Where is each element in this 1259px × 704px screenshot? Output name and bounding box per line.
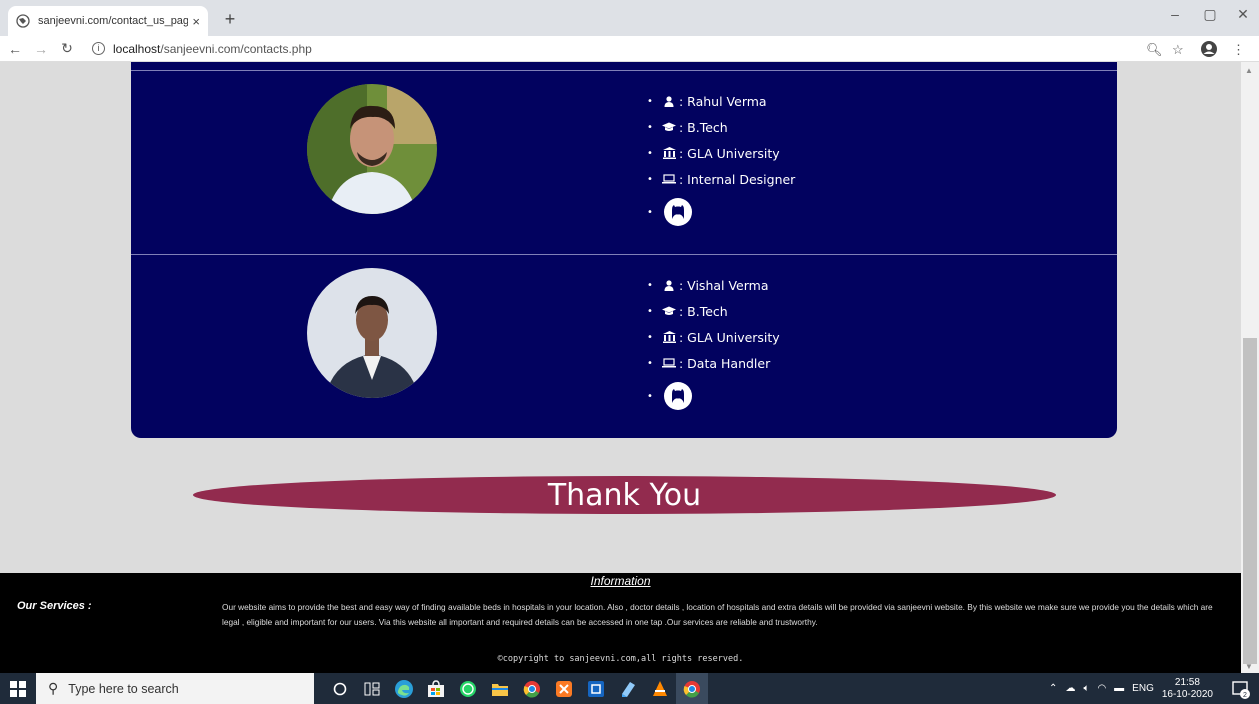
new-tab-button[interactable]: + [218,8,242,32]
minimize-icon[interactable]: – [1160,6,1190,22]
globe-icon [16,14,30,28]
clock[interactable]: 21:58 16-10-2020 [1162,677,1213,701]
list-item: • : GLA University [647,329,780,345]
member-university: : GLA University [679,329,780,345]
member-details: • : Vishal Verma • : B.Tech • : GLA Univ… [647,272,780,416]
laptop-icon [661,356,677,370]
university-icon [661,330,677,344]
clock-date: 16-10-2020 [1161,688,1213,700]
footer-information-title: Information [590,574,651,588]
taskbar-search-box[interactable]: ⚲ Type here to search [36,673,314,704]
scroll-up-icon[interactable]: ▲ [1245,66,1253,75]
list-item: • [647,192,795,232]
browser-tab[interactable]: sanjeevni.com/contact_us_page × [8,6,208,36]
university-icon [661,146,677,160]
user-icon [661,94,677,108]
graduation-cap-icon [661,120,677,134]
services-label: Our Services : [17,600,92,612]
list-item: • : Internal Designer [647,171,796,187]
url-host: localhost [113,41,161,56]
address-bar: ← → ↻ i localhost /sanjeevni.com/contact… [0,36,1259,62]
github-icon[interactable] [663,381,693,411]
scroll-down-icon[interactable]: ▼ [1245,662,1253,671]
cortana-icon[interactable] [324,673,356,704]
divider [131,254,1117,255]
wifi-icon[interactable]: ◠ [1097,683,1106,694]
forward-icon[interactable]: → [30,41,52,57]
page-viewport: • : Rahul Verma • : B.Tech • : GLA Unive… [0,62,1241,673]
team-panel: • : Rahul Verma • : B.Tech • : GLA Unive… [131,62,1117,438]
bookmark-star-icon[interactable]: ☆ [1172,42,1184,58]
search-icon: ⚲ [48,680,59,696]
user-icon [661,278,677,292]
system-tray: ⌃ ☁ 🔈︎ ◠ ▬ ENG 21:58 16-10-2020 [1049,673,1213,704]
clock-time: 21:58 [1174,676,1200,688]
taskbar: ⚲ Type here to search ⌃ ☁ 🔈︎ ◠ ▬ ENG 21:… [0,673,1259,704]
info-icon[interactable]: i [92,42,105,55]
copyright-text: ©copyright to sanjeevni.com,all rights r… [497,654,744,664]
list-item: • : Vishal Verma [647,277,769,293]
virtualbox-icon[interactable] [580,673,612,704]
keyboard-icon[interactable]: ▬ [1114,683,1124,694]
member-qualification: : B.Tech [679,303,728,319]
menu-kebab-icon[interactable]: ⋮ [1232,42,1245,58]
reload-icon[interactable]: ↻ [56,40,78,57]
url-path: /sanjeevni.com/contacts.php [160,41,312,56]
member-name: : Rahul Verma [679,93,767,109]
store-icon[interactable] [420,673,452,704]
member-university: : GLA University [679,145,780,161]
scrollbar-thumb[interactable] [1243,338,1257,664]
tab-title: sanjeevni.com/contact_us_page [38,15,189,27]
edge-icon[interactable] [388,673,420,704]
chrome-icon[interactable] [516,673,548,704]
chevron-up-icon[interactable]: ⌃ [1049,683,1057,694]
member-role: : Data Handler [679,355,771,371]
profile-icon[interactable] [1200,40,1218,58]
search-placeholder: Type here to search [68,681,179,696]
member-name: : Vishal Verma [679,277,769,293]
notepad-icon[interactable] [612,673,644,704]
notification-center-icon[interactable]: 2 [1231,679,1251,699]
list-item: • : Rahul Verma [647,93,767,109]
list-item: • : GLA University [647,145,780,161]
member-photo [307,84,437,214]
tab-close-icon[interactable]: × [192,14,200,29]
member-qualification: : B.Tech [679,119,728,135]
browser-tab-strip: sanjeevni.com/contact_us_page × + – ▢ ✕ [0,0,1259,36]
back-icon[interactable]: ← [4,41,26,57]
volume-icon[interactable]: 🔈︎ [1083,683,1089,694]
avatar [307,268,437,398]
windows-start-icon[interactable] [0,673,36,704]
xampp-icon[interactable] [548,673,580,704]
url-field[interactable]: i localhost /sanjeevni.com/contacts.php [92,42,312,56]
github-icon[interactable] [663,197,693,227]
vlc-icon[interactable] [644,673,676,704]
onedrive-icon[interactable]: ☁ [1065,683,1075,694]
avatar [307,84,437,214]
maximize-icon[interactable]: ▢ [1195,6,1225,23]
notification-count: 2 [1243,692,1247,699]
chrome-active-icon[interactable] [676,673,708,704]
task-view-icon[interactable] [356,673,388,704]
language-indicator[interactable]: ENG [1132,683,1154,694]
list-item: • : Data Handler [647,355,771,371]
member-role: : Internal Designer [679,171,796,187]
list-item: • [647,376,780,416]
file-explorer-icon[interactable] [484,673,516,704]
divider [131,70,1117,71]
thank-you-banner: Thank You [193,476,1056,514]
graduation-cap-icon [661,304,677,318]
member-details: • : Rahul Verma • : B.Tech • : GLA Unive… [647,88,795,232]
laptop-icon [661,172,677,186]
whatsapp-icon[interactable] [452,673,484,704]
services-description: Our website aims to provide the best and… [222,602,1213,627]
list-item: • : B.Tech [647,303,728,319]
zoom-icon[interactable]: 🔍︎ [1146,42,1163,58]
member-photo [307,268,437,398]
close-window-icon[interactable]: ✕ [1228,6,1258,23]
list-item: • : B.Tech [647,119,728,135]
footer: Information Our Services : Our website a… [0,573,1241,673]
